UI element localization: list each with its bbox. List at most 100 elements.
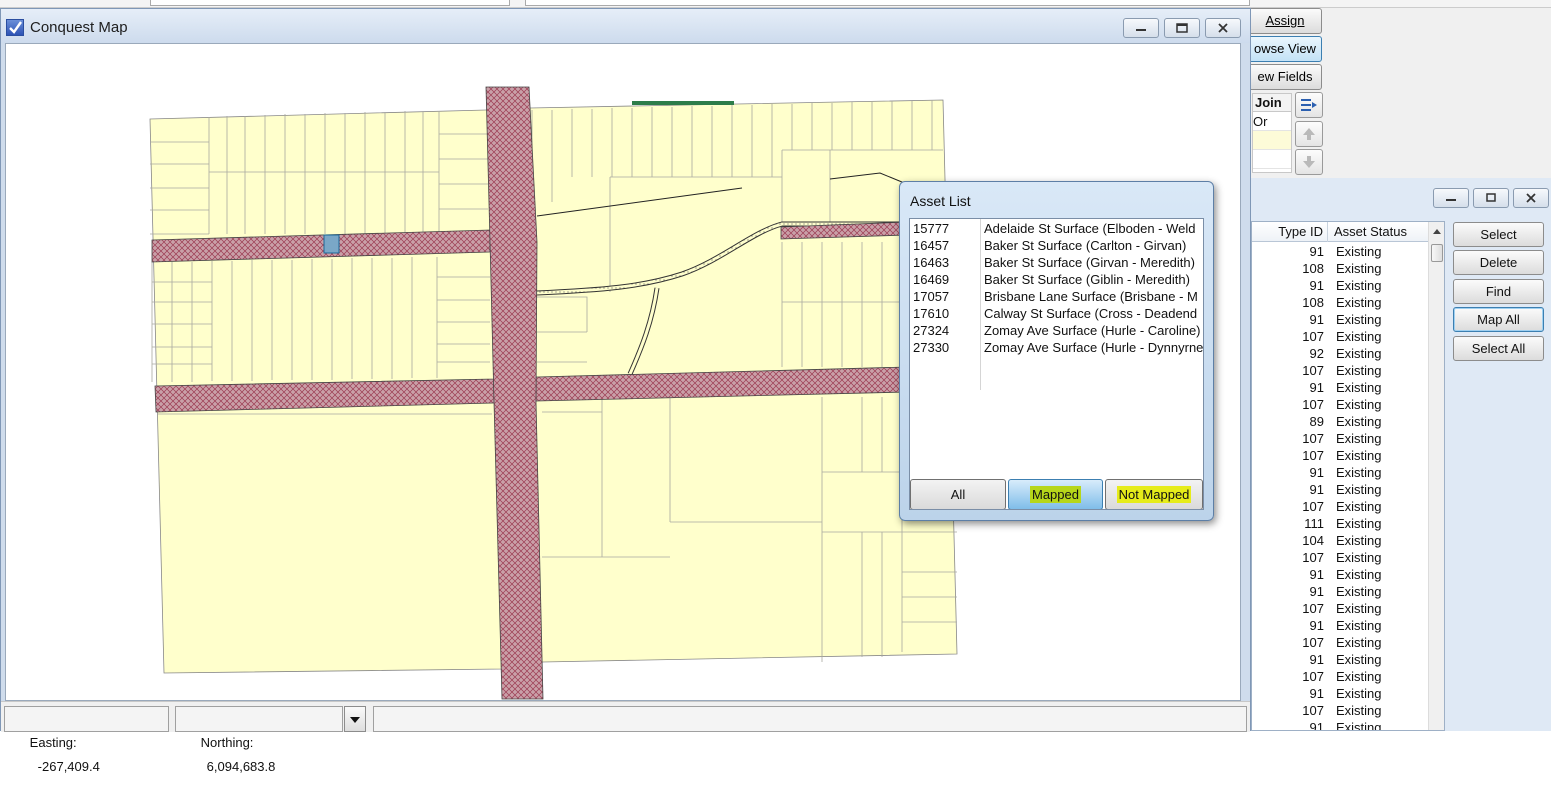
table-row[interactable]: 107 Existing [1252, 362, 1430, 379]
green-feature [632, 101, 734, 105]
view-fields-button[interactable]: ew Fields [1248, 64, 1322, 90]
scrollbar-thumb[interactable] [1431, 244, 1443, 262]
scroll-up-icon [1433, 229, 1441, 234]
table-row[interactable]: 107 Existing [1252, 430, 1430, 447]
asset-list-item[interactable]: 16463 Baker St Surface (Girvan - Meredith… [910, 254, 1203, 271]
close-button[interactable] [1513, 188, 1549, 208]
asset-status-cell: Existing [1336, 499, 1382, 514]
asset-status-cell: Existing [1336, 278, 1382, 293]
column-header-type-id[interactable]: Type ID [1252, 222, 1328, 242]
close-icon [1218, 23, 1228, 33]
asset-name: Baker St Surface (Giblin - Meredith) [984, 272, 1190, 287]
checkmark-icon [9, 21, 22, 34]
asset-list-item[interactable]: 17610 Calway St Surface (Cross - Deadend [910, 305, 1203, 322]
all-button[interactable]: All [910, 479, 1006, 509]
table-row[interactable]: 91 Existing [1252, 583, 1430, 600]
add-condition-button[interactable] [1295, 92, 1323, 118]
table-scrollbar[interactable] [1428, 222, 1444, 730]
find-button[interactable]: Find [1453, 279, 1544, 304]
asset-status-cell: Existing [1336, 329, 1382, 344]
not-mapped-button[interactable]: Not Mapped [1105, 479, 1203, 509]
select-all-button[interactable]: Select All [1453, 336, 1544, 361]
asset-table[interactable]: Type ID Asset Status 91 Existing 108 Existi… [1251, 221, 1445, 731]
restore-button[interactable] [1473, 188, 1509, 208]
join-grid[interactable]: Join Or [1252, 93, 1292, 173]
table-row[interactable]: 91 Existing [1252, 464, 1430, 481]
table-row[interactable]: 111 Existing [1252, 515, 1430, 532]
browse-view-button[interactable]: owse View [1248, 36, 1322, 62]
type-id-cell: 108 [1302, 295, 1324, 310]
table-row[interactable]: 89 Existing [1252, 413, 1430, 430]
table-row[interactable]: 91 Existing [1252, 719, 1430, 730]
minimize-icon [1136, 29, 1146, 31]
minimize-button[interactable] [1433, 188, 1469, 208]
asset-list-item[interactable]: 17057 Brisbane Lane Surface (Brisbane - M [910, 288, 1203, 305]
column-header-asset-status[interactable]: Asset Status [1328, 222, 1430, 242]
asset-status-cell: Existing [1336, 244, 1382, 259]
assign-button[interactable]: Assign [1248, 8, 1322, 34]
asset-status-cell: Existing [1336, 363, 1382, 378]
maximize-button[interactable] [1164, 18, 1200, 38]
asset-status-cell: Existing [1336, 635, 1382, 650]
table-row[interactable]: 107 Existing [1252, 549, 1430, 566]
asset-status-cell: Existing [1336, 346, 1382, 361]
type-id-cell: 107 [1302, 669, 1324, 684]
table-row[interactable]: 107 Existing [1252, 634, 1430, 651]
minimize-icon [1446, 199, 1456, 201]
table-row[interactable]: 91 Existing [1252, 481, 1430, 498]
table-row[interactable]: 107 Existing [1252, 498, 1430, 515]
type-id-cell: 107 [1302, 703, 1324, 718]
table-row[interactable]: 107 Existing [1252, 396, 1430, 413]
asset-status-cell: Existing [1336, 414, 1382, 429]
join-row[interactable]: Or [1253, 112, 1291, 131]
table-row[interactable]: 107 Existing [1252, 702, 1430, 719]
table-row[interactable]: 91 Existing [1252, 379, 1430, 396]
asset-status-cell: Existing [1336, 380, 1382, 395]
table-row[interactable]: 107 Existing [1252, 447, 1430, 464]
move-up-button[interactable] [1295, 121, 1323, 147]
asset-status-cell: Existing [1336, 652, 1382, 667]
table-row[interactable]: 91 Existing [1252, 685, 1430, 702]
asset-status-cell: Existing [1336, 584, 1382, 599]
coordinate-dropdown-button[interactable] [344, 706, 366, 732]
type-id-cell: 91 [1309, 584, 1324, 599]
delete-button[interactable]: Delete [1453, 250, 1544, 275]
table-row[interactable]: 91 Existing [1252, 243, 1430, 260]
easting-value: -267,409.4 [37, 759, 100, 774]
chevron-down-icon [350, 717, 360, 723]
minimize-button[interactable] [1123, 18, 1159, 38]
easting-label: Easting: [29, 735, 77, 750]
asset-list-box[interactable]: 15777 Adelaide St Surface (Elboden - Weld… [909, 218, 1204, 510]
table-row[interactable]: 107 Existing [1252, 328, 1430, 345]
table-row[interactable]: 92 Existing [1252, 345, 1430, 362]
type-id-cell: 107 [1302, 550, 1324, 565]
table-row[interactable]: 108 Existing [1252, 294, 1430, 311]
type-id-cell: 89 [1309, 414, 1324, 429]
table-row[interactable]: 91 Existing [1252, 566, 1430, 583]
move-down-button[interactable] [1295, 149, 1323, 175]
asset-list-item[interactable]: 16457 Baker St Surface (Carlton - Girvan) [910, 237, 1203, 254]
map-all-button[interactable]: Map All [1453, 307, 1544, 332]
table-row[interactable]: 107 Existing [1252, 600, 1430, 617]
table-row[interactable]: 91 Existing [1252, 651, 1430, 668]
type-id-cell: 91 [1309, 465, 1324, 480]
asset-list-item[interactable]: 27324 Zomay Ave Surface (Hurle - Caroline… [910, 322, 1203, 339]
table-row[interactable]: 91 Existing [1252, 617, 1430, 634]
map-window-titlebar[interactable]: Conquest Map [1, 9, 1250, 43]
table-row[interactable]: 91 Existing [1252, 311, 1430, 328]
table-row[interactable]: 104 Existing [1252, 532, 1430, 549]
close-button[interactable] [1205, 18, 1241, 38]
join-row[interactable] [1253, 150, 1291, 169]
asset-status-cell: Existing [1336, 618, 1382, 633]
join-row[interactable] [1253, 131, 1291, 150]
select-button[interactable]: Select [1453, 222, 1544, 247]
asset-status-cell: Existing [1336, 533, 1382, 548]
table-row[interactable]: 91 Existing [1252, 277, 1430, 294]
asset-list-item[interactable]: 16469 Baker St Surface (Giblin - Meredith… [910, 271, 1203, 288]
mapped-button[interactable]: Mapped [1008, 479, 1103, 509]
asset-list-item[interactable]: 15777 Adelaide St Surface (Elboden - Weld [910, 220, 1203, 237]
table-row[interactable]: 108 Existing [1252, 260, 1430, 277]
table-row[interactable]: 107 Existing [1252, 668, 1430, 685]
asset-list-item[interactable]: 27330 Zomay Ave Surface (Hurle - Dynnyrne [910, 339, 1203, 356]
asset-status-cell: Existing [1336, 669, 1382, 684]
